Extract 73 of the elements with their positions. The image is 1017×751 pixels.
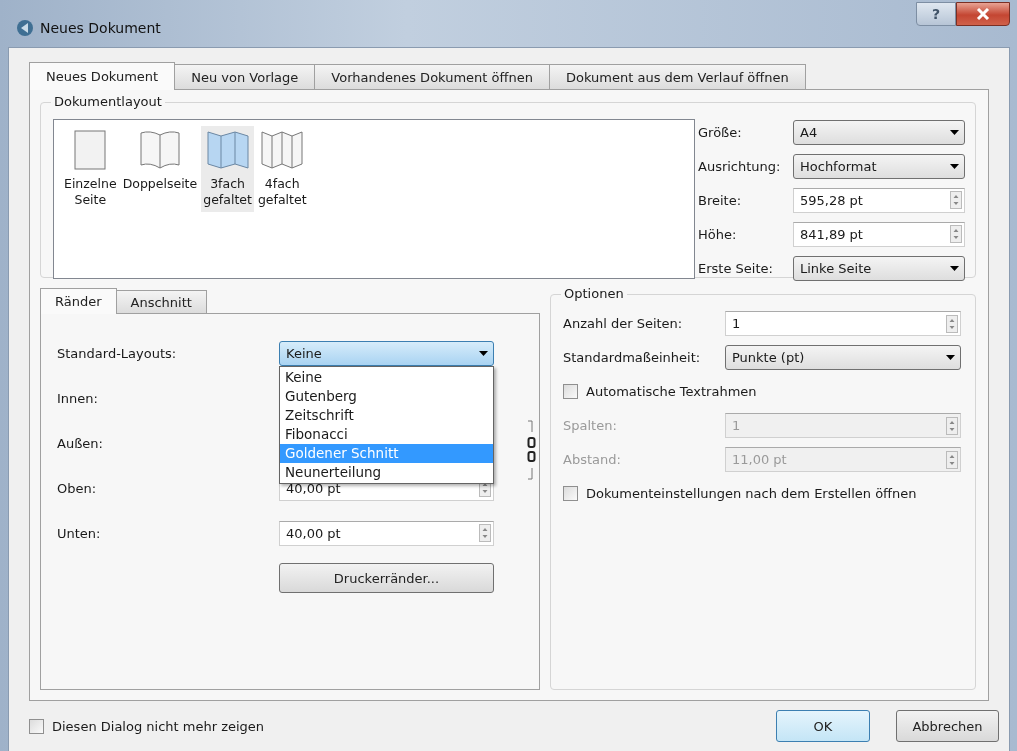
checkbox-label: Automatische Textrahmen	[586, 384, 757, 399]
dropdown[interactable]: A4	[793, 119, 965, 145]
field-label: Breite:	[698, 192, 743, 208]
layout-label: 3fach gefaltet	[203, 176, 252, 208]
ok-button[interactable]: OK	[776, 710, 870, 742]
cancel-button[interactable]: Abbrechen	[896, 710, 999, 742]
spin-field[interactable]: 841,89 pt	[793, 221, 965, 247]
dropdown-option[interactable]: Zeitschrift	[280, 405, 493, 425]
dropdown-option[interactable]: Fibonacci	[280, 424, 493, 444]
window-title: Neues Dokument	[40, 19, 161, 36]
fourfold-page-icon	[261, 130, 304, 170]
trifold-page-icon	[206, 130, 249, 170]
field-label: Erste Seite:	[698, 260, 774, 276]
spinner-icon	[950, 191, 962, 209]
checkbox-label: Dokumenteinstellungen nach dem Erstellen öffnen	[586, 486, 917, 501]
group-title: Optionen	[561, 286, 627, 301]
field-label: Standardmaßeinheit:	[563, 350, 702, 365]
field-label: Oben:	[57, 480, 98, 496]
field-label: Abstand:	[563, 452, 622, 467]
caret-icon	[950, 265, 959, 271]
dropdown-option[interactable]: Keine	[280, 367, 493, 387]
dropdown[interactable]: Punkte (pt)	[725, 345, 961, 370]
field-label: Innen:	[57, 390, 99, 406]
field-label: Spalten:	[563, 418, 618, 433]
layout-label: 4fach gefaltet	[257, 176, 307, 208]
tab[interactable]: Neues Dokument	[29, 62, 176, 90]
field-label: Standard-Layouts:	[57, 345, 178, 361]
tab[interactable]: Dokument aus dem Verlauf öffnen	[548, 64, 806, 89]
tab[interactable]: Anschnitt	[115, 290, 207, 313]
field-label: Außen:	[57, 435, 104, 451]
spinner-icon	[479, 524, 491, 542]
spinner-icon	[946, 450, 958, 469]
field-label: Höhe:	[698, 226, 738, 242]
caret-icon	[950, 129, 959, 135]
checkbox[interactable]	[563, 486, 578, 501]
layout-label: Einzelne Seite	[64, 176, 117, 208]
checkbox[interactable]	[563, 384, 578, 399]
layout-option[interactable]: 3fach gefaltet	[201, 126, 254, 212]
spinner-icon	[946, 314, 958, 333]
app-icon	[16, 18, 34, 37]
checkbox[interactable]	[29, 718, 44, 734]
spin-field[interactable]: 595,28 pt	[793, 187, 965, 213]
field-label: Anzahl der Seiten:	[563, 316, 684, 331]
layout-option[interactable]: Einzelne Seite	[62, 126, 119, 212]
layout-option[interactable]: Doppelseite	[120, 126, 200, 196]
close-icon	[976, 8, 990, 20]
layout-option[interactable]: 4fach gefaltet	[255, 126, 309, 212]
dropdown[interactable]: Linke Seite	[793, 255, 965, 281]
dropdown-option[interactable]: Gutenberg	[280, 386, 493, 406]
caret-icon	[479, 350, 488, 356]
field-label: Ausrichtung:	[698, 158, 782, 174]
checkbox-label: Diesen Dialog nicht mehr zeigen	[52, 718, 265, 734]
printer-margins-button[interactable]: Druckerränder...	[279, 563, 494, 593]
caret-icon	[946, 355, 955, 360]
spinner-icon	[950, 225, 962, 243]
tab[interactable]: Vorhandenes Dokument öffnen	[314, 64, 550, 89]
layout-label: Doppelseite	[122, 176, 198, 192]
group-title: Dokumentlayout	[51, 94, 165, 109]
page-icon	[74, 130, 107, 170]
caret-icon	[950, 163, 959, 169]
dropdown[interactable]: Keine	[279, 340, 494, 366]
spin-field[interactable]: 1	[725, 311, 961, 336]
tab[interactable]: Neu von Vorlage	[174, 64, 316, 89]
dropdown[interactable]: Hochformat	[793, 153, 965, 179]
spin-field[interactable]: 40,00 pt	[279, 520, 494, 546]
spinner-icon	[946, 416, 958, 435]
two-page-icon	[139, 130, 180, 170]
field-label: Unten:	[57, 525, 102, 541]
chain-link-icon	[527, 420, 537, 480]
tab[interactable]: Ränder	[40, 288, 117, 314]
close-button[interactable]	[956, 2, 1010, 26]
help-button[interactable]: ?	[916, 2, 956, 26]
field-label: Größe:	[698, 124, 743, 140]
